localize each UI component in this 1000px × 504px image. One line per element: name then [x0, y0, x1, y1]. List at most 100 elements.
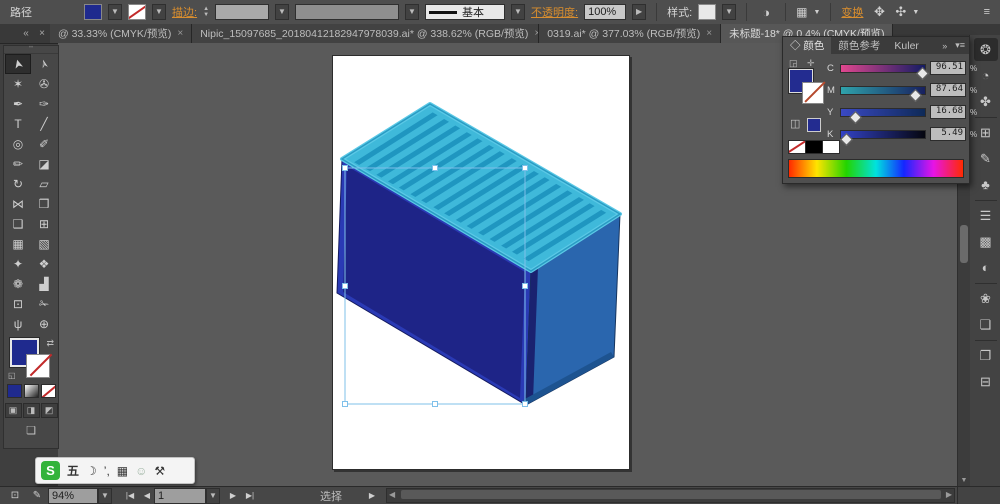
- tab-close-group-icon[interactable]: ×: [34, 24, 50, 43]
- rotate-tool[interactable]: ↻: [5, 174, 31, 194]
- artboard[interactable]: [332, 55, 630, 470]
- mesh-tool[interactable]: ▦: [5, 234, 31, 254]
- artboards-panel-icon[interactable]: ⊟: [974, 370, 998, 393]
- fill-color-swatch[interactable]: [84, 4, 102, 20]
- ime-punctuation-icon[interactable]: ’,: [104, 464, 110, 478]
- gradient-button[interactable]: [23, 384, 39, 398]
- artboard-dropdown-icon[interactable]: ▼: [206, 487, 220, 504]
- align-grid-icon[interactable]: ▦: [796, 5, 807, 19]
- status-divider-icon[interactable]: ▶: [360, 491, 384, 500]
- panel-menu-icon[interactable]: ▾≡: [951, 37, 969, 54]
- line-segment-tool[interactable]: ╱: [31, 114, 57, 134]
- transparency-panel-icon[interactable]: ◐: [974, 256, 998, 279]
- gradient-panel-icon[interactable]: ▩: [974, 230, 998, 253]
- draw-behind-mode-icon[interactable]: ◨: [22, 403, 40, 418]
- stroke-weight-label[interactable]: 描边:: [172, 4, 197, 20]
- black-slider[interactable]: [839, 129, 926, 146]
- variable-width-profile-field[interactable]: [295, 4, 400, 20]
- none-swatch[interactable]: [788, 140, 806, 154]
- fill-dropdown-icon[interactable]: ▼: [108, 4, 122, 20]
- artboard-number-field[interactable]: 1: [154, 487, 206, 504]
- gradient-tool[interactable]: ▧: [31, 234, 57, 254]
- column-graph-tool[interactable]: ▟: [31, 274, 57, 294]
- shape-modes-icon[interactable]: ✣: [895, 4, 906, 20]
- history-status-icon[interactable]: ⊡: [4, 490, 26, 501]
- black-swatch[interactable]: [805, 140, 823, 154]
- ime-logo-icon[interactable]: S: [41, 461, 60, 480]
- paintbrush-tool[interactable]: ✐: [31, 134, 57, 154]
- ime-user-icon[interactable]: ☺: [135, 464, 147, 478]
- selection-tool[interactable]: ➤: [5, 54, 31, 74]
- stroke-color-swatch[interactable]: [128, 4, 146, 20]
- ellipse-tool[interactable]: ◎: [5, 134, 31, 154]
- panel-stroke-swatch[interactable]: [802, 82, 824, 104]
- none-button[interactable]: [40, 384, 56, 398]
- control-bar-menu-icon[interactable]: ≡: [984, 6, 990, 18]
- style-swatch[interactable]: [698, 4, 717, 20]
- width-tool[interactable]: ⋈: [5, 194, 31, 214]
- stroke-stepper-down-icon[interactable]: ▼: [203, 12, 209, 18]
- screen-mode-icon[interactable]: ❏: [20, 424, 42, 438]
- opacity-label[interactable]: 不透明度:: [531, 4, 578, 20]
- align-dropdown-icon[interactable]: ▼: [813, 9, 820, 16]
- transform-link[interactable]: 变换: [841, 4, 863, 20]
- zoom-dropdown-icon[interactable]: ▼: [98, 487, 112, 504]
- stroke-weight-dropdown-icon[interactable]: ▼: [275, 4, 290, 20]
- direct-selection-tool[interactable]: ➢: [31, 54, 57, 74]
- document-tab[interactable]: @ 33.33% (CMYK/预览) ×: [50, 24, 193, 43]
- opacity-field[interactable]: 100%: [584, 4, 627, 20]
- blend-tool[interactable]: ❖: [31, 254, 57, 274]
- add-anchor-point-tool[interactable]: ✑: [31, 94, 57, 114]
- free-transform-tool[interactable]: ❒: [31, 194, 57, 214]
- recolor-artwork-icon[interactable]: ◑: [757, 5, 775, 20]
- style-dropdown-icon[interactable]: ▼: [722, 4, 737, 20]
- first-artboard-icon[interactable]: |◀: [120, 491, 140, 500]
- close-tab-icon[interactable]: ×: [177, 28, 183, 39]
- stroke-swatch-none[interactable]: [26, 354, 50, 378]
- stroke-panel-icon[interactable]: ☰: [974, 204, 998, 227]
- document-tab[interactable]: 0319.ai* @ 377.03% (RGB/预览) ×: [539, 24, 722, 43]
- brush-definition-field[interactable]: 基本: [425, 4, 506, 20]
- closest-web-color-swatch[interactable]: [807, 118, 821, 132]
- zoom-level-field[interactable]: 94%: [48, 487, 98, 504]
- panel-option-icon[interactable]: ◲: [789, 58, 798, 69]
- yellow-slider[interactable]: [840, 107, 926, 124]
- scroll-down-icon[interactable]: ▼: [958, 477, 970, 484]
- toolbox-grip[interactable]: ••: [4, 45, 58, 54]
- tab-color[interactable]: ◇ 颜色: [783, 37, 832, 54]
- draw-normal-mode-icon[interactable]: ▣: [4, 403, 22, 418]
- magenta-value-field[interactable]: 87.64: [930, 83, 966, 97]
- swap-fill-stroke-icon[interactable]: ⇄: [46, 338, 54, 349]
- draw-inside-mode-icon[interactable]: ◩: [40, 403, 58, 418]
- eraser-tool[interactable]: ◪: [31, 154, 57, 174]
- black-value-field[interactable]: 5.49: [930, 127, 966, 141]
- magic-wand-tool[interactable]: ✶: [5, 74, 31, 94]
- perspective-grid-tool[interactable]: ⊞: [31, 214, 57, 234]
- shape-modes-dropdown-icon[interactable]: ▼: [912, 9, 919, 16]
- scroll-right-icon[interactable]: ▶: [946, 489, 952, 501]
- brushes-panel-icon[interactable]: ✎: [974, 147, 998, 170]
- hand-tool[interactable]: ψ: [5, 314, 31, 334]
- shape-builder-tool[interactable]: ❑: [5, 214, 31, 234]
- document-tab[interactable]: Nipic_15097685_20180412182947978039.ai* …: [192, 24, 540, 43]
- vertical-scroll-thumb[interactable]: [960, 225, 968, 263]
- type-tool[interactable]: T: [5, 114, 31, 134]
- prev-artboard-icon[interactable]: ◀: [140, 491, 154, 500]
- ime-soft-keyboard-icon[interactable]: ▦: [117, 464, 128, 478]
- ime-fullhalf-moon-icon[interactable]: ☽: [86, 464, 97, 478]
- color-button[interactable]: [6, 384, 22, 398]
- pen-tool[interactable]: ✒: [5, 94, 31, 114]
- tab-color-guide[interactable]: 颜色参考: [831, 37, 887, 54]
- collapse-panel-icon[interactable]: »: [938, 37, 951, 54]
- cyan-slider[interactable]: [840, 63, 929, 80]
- color-panel-icon[interactable]: ❂: [973, 38, 998, 61]
- graphic-styles-panel-icon[interactable]: ❏: [974, 313, 998, 336]
- default-fill-stroke-icon[interactable]: ◱: [8, 371, 16, 380]
- scale-tool[interactable]: ▱: [31, 174, 57, 194]
- variable-width-dropdown-icon[interactable]: ▼: [405, 4, 420, 20]
- tab-kuler[interactable]: Kuler: [887, 37, 926, 54]
- white-swatch[interactable]: [822, 140, 840, 154]
- last-artboard-icon[interactable]: ▶|: [240, 491, 260, 500]
- magenta-slider[interactable]: [840, 85, 926, 102]
- color-spectrum-bar[interactable]: [788, 159, 964, 178]
